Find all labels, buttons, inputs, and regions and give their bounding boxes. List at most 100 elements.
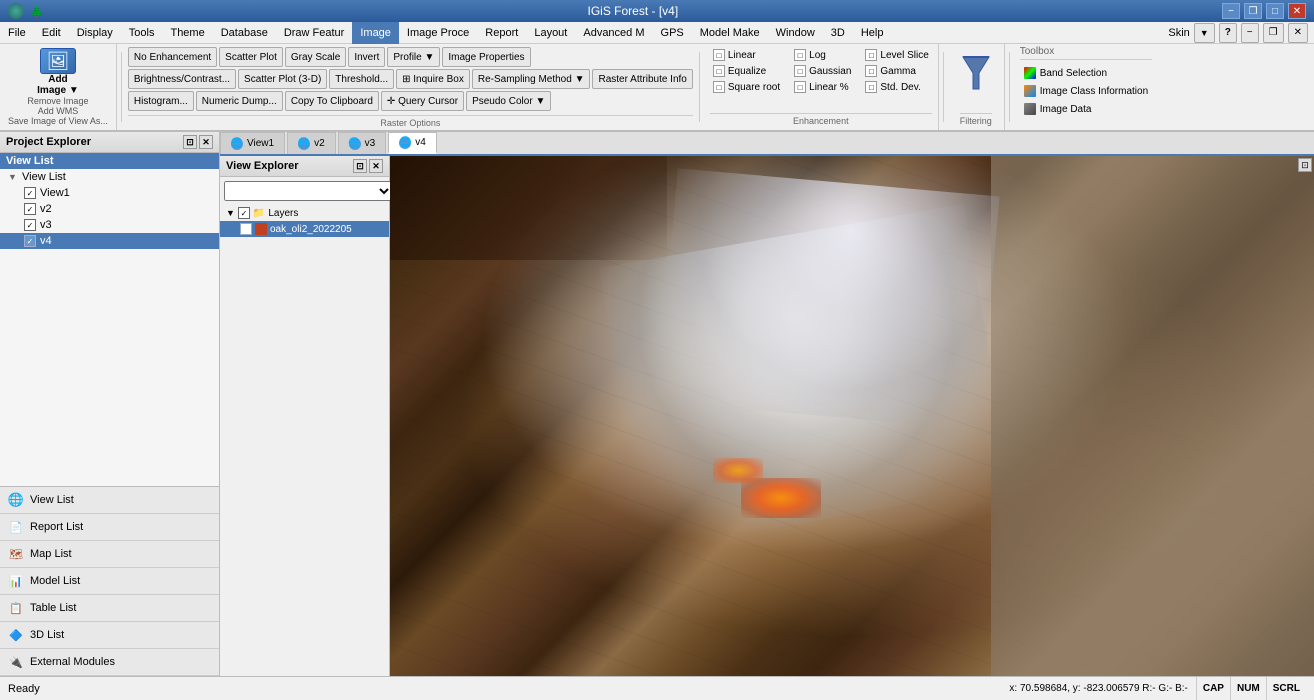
- view-explorer-float-btn[interactable]: ⊡: [353, 159, 367, 173]
- menu-theme[interactable]: Theme: [162, 22, 212, 44]
- copy-clipboard-btn[interactable]: Copy To Clipboard: [285, 91, 379, 111]
- numeric-dump-btn[interactable]: Numeric Dump...: [196, 91, 283, 111]
- menu-edit[interactable]: Edit: [34, 22, 69, 44]
- view-list-nav-btn[interactable]: 🌐 View List: [0, 487, 219, 514]
- view-maximize-btn[interactable]: ⊡: [1298, 158, 1312, 172]
- linear-checkbox[interactable]: □: [713, 49, 725, 61]
- band-selection-btn[interactable]: Band Selection: [1020, 65, 1152, 81]
- tree-v2[interactable]: ✓ v2: [0, 201, 219, 217]
- menu-display[interactable]: Display: [69, 22, 121, 44]
- tab-v2[interactable]: 🌐 v2: [287, 132, 336, 154]
- menu-image-proce[interactable]: Image Proce: [399, 22, 477, 44]
- map-list-nav-btn[interactable]: 🗺 Map List: [0, 541, 219, 568]
- scatter-plot-btn[interactable]: Scatter Plot: [219, 47, 283, 67]
- tab-v3[interactable]: 🌐 v3: [338, 132, 387, 154]
- tree-root-item[interactable]: ▼ View List: [0, 169, 219, 185]
- gaussian-btn[interactable]: □ Gaussian: [791, 64, 854, 78]
- log-btn[interactable]: □ Log: [791, 48, 854, 62]
- menu-help[interactable]: Help: [853, 22, 892, 44]
- table-list-nav-btn[interactable]: 📋 Table List: [0, 595, 219, 622]
- v4-checkbox[interactable]: ✓: [24, 235, 36, 247]
- 3d-list-nav-btn[interactable]: 🔷 3D List: [0, 622, 219, 649]
- menu-advanced[interactable]: Advanced M: [575, 22, 652, 44]
- square-root-checkbox[interactable]: □: [713, 81, 725, 93]
- window-restore-btn[interactable]: ❐: [1263, 23, 1284, 43]
- tab-v4[interactable]: 🌐 v4: [388, 132, 437, 154]
- save-image-btn[interactable]: Save Image of View As...: [8, 116, 108, 126]
- histogram-btn[interactable]: Histogram...: [128, 91, 194, 111]
- view-explorer-close-btn[interactable]: ✕: [369, 159, 383, 173]
- menu-model[interactable]: Model Make: [692, 22, 768, 44]
- view1-checkbox[interactable]: ✓: [24, 187, 36, 199]
- menu-3d[interactable]: 3D: [823, 22, 853, 44]
- square-root-btn[interactable]: □ Square root: [710, 80, 783, 94]
- profile-btn[interactable]: Profile ▼: [387, 47, 440, 67]
- image-data-btn[interactable]: Image Data: [1020, 101, 1152, 117]
- tree-view1[interactable]: ✓ View1: [0, 185, 219, 201]
- menu-tools[interactable]: Tools: [121, 22, 163, 44]
- image-properties-btn[interactable]: Image Properties: [442, 47, 530, 67]
- menu-report[interactable]: Report: [477, 22, 526, 44]
- std-dev-checkbox[interactable]: □: [865, 81, 877, 93]
- threshold-btn[interactable]: Threshold...: [329, 69, 394, 89]
- window-close-btn[interactable]: ✕: [1288, 23, 1308, 43]
- gaussian-checkbox[interactable]: □: [794, 65, 806, 77]
- add-wms-btn[interactable]: Add WMS: [38, 106, 79, 116]
- report-list-nav-btn[interactable]: 📄 Report List: [0, 514, 219, 541]
- tree-v4[interactable]: ✓ v4: [0, 233, 219, 249]
- maximize-button[interactable]: ❐: [1244, 3, 1262, 19]
- tree-v3[interactable]: ✓ v3: [0, 217, 219, 233]
- help-btn[interactable]: ?: [1219, 23, 1237, 43]
- satellite-image[interactable]: [390, 156, 1314, 676]
- v3-checkbox[interactable]: ✓: [24, 219, 36, 231]
- brightness-btn[interactable]: Brightness/Contrast...: [128, 69, 236, 89]
- linear-pct-btn[interactable]: □ Linear %: [791, 80, 854, 94]
- titlebar-controls[interactable]: − ❐ □ ✕: [1222, 3, 1306, 19]
- linear-btn[interactable]: □ Linear: [710, 48, 783, 62]
- skin-dropdown[interactable]: ▼: [1194, 23, 1215, 43]
- scatter-3d-btn[interactable]: Scatter Plot (3-D): [238, 69, 327, 89]
- gamma-checkbox[interactable]: □: [865, 65, 877, 77]
- menu-database[interactable]: Database: [213, 22, 276, 44]
- no-enhancement-btn[interactable]: No Enhancement: [128, 47, 217, 67]
- query-cursor-btn[interactable]: ✛ Query Cursor: [381, 91, 464, 111]
- layers-checkbox[interactable]: ✓: [238, 207, 250, 219]
- layer-oak[interactable]: ✓ oak_oli2_2022205: [220, 221, 389, 237]
- raster-attr-btn[interactable]: Raster Attribute Info: [592, 69, 692, 89]
- restore-button[interactable]: □: [1266, 3, 1284, 19]
- minimize-button[interactable]: −: [1222, 3, 1240, 19]
- tab-view1[interactable]: 🌐 View1: [220, 132, 285, 154]
- add-image-label[interactable]: AddImage ▼: [37, 74, 79, 96]
- close-button[interactable]: ✕: [1288, 3, 1306, 19]
- menu-gps[interactable]: GPS: [653, 22, 692, 44]
- menu-draw[interactable]: Draw Featur: [276, 22, 353, 44]
- std-dev-btn[interactable]: □ Std. Dev.: [862, 80, 931, 94]
- remove-image-btn[interactable]: Remove Image: [27, 96, 88, 106]
- inquire-box-btn[interactable]: ⊞ Inquire Box: [396, 69, 470, 89]
- menu-image[interactable]: Image: [352, 22, 399, 44]
- panel-float-btn[interactable]: ⊡: [183, 135, 197, 149]
- image-class-info-btn[interactable]: Image Class Information: [1020, 83, 1152, 99]
- log-checkbox[interactable]: □: [794, 49, 806, 61]
- external-modules-nav-btn[interactable]: 🔌 External Modules: [0, 649, 219, 676]
- filtering-icon[interactable]: [956, 48, 996, 98]
- gray-scale-btn[interactable]: Gray Scale: [285, 47, 346, 67]
- menu-layout[interactable]: Layout: [526, 22, 575, 44]
- equalize-btn[interactable]: □ Equalize: [710, 64, 783, 78]
- layer-dropdown[interactable]: [224, 181, 393, 201]
- model-list-nav-btn[interactable]: 📊 Model List: [0, 568, 219, 595]
- v2-checkbox[interactable]: ✓: [24, 203, 36, 215]
- gamma-btn[interactable]: □ Gamma: [862, 64, 931, 78]
- panel-close-btn[interactable]: ✕: [199, 135, 213, 149]
- layer-oak-checkbox[interactable]: ✓: [240, 223, 252, 235]
- pseudo-color-btn[interactable]: Pseudo Color ▼: [466, 91, 551, 111]
- menu-file[interactable]: File: [0, 22, 34, 44]
- add-image-icon[interactable]: 🖼: [40, 48, 76, 74]
- window-min-btn[interactable]: −: [1241, 23, 1259, 43]
- resampling-btn[interactable]: Re-Sampling Method ▼: [472, 69, 591, 89]
- menu-window[interactable]: Window: [768, 22, 823, 44]
- layers-root[interactable]: ▼ ✓ 📁 Layers: [220, 205, 389, 221]
- level-slice-checkbox[interactable]: □: [865, 49, 877, 61]
- equalize-checkbox[interactable]: □: [713, 65, 725, 77]
- level-slice-btn[interactable]: □ Level Slice: [862, 48, 931, 62]
